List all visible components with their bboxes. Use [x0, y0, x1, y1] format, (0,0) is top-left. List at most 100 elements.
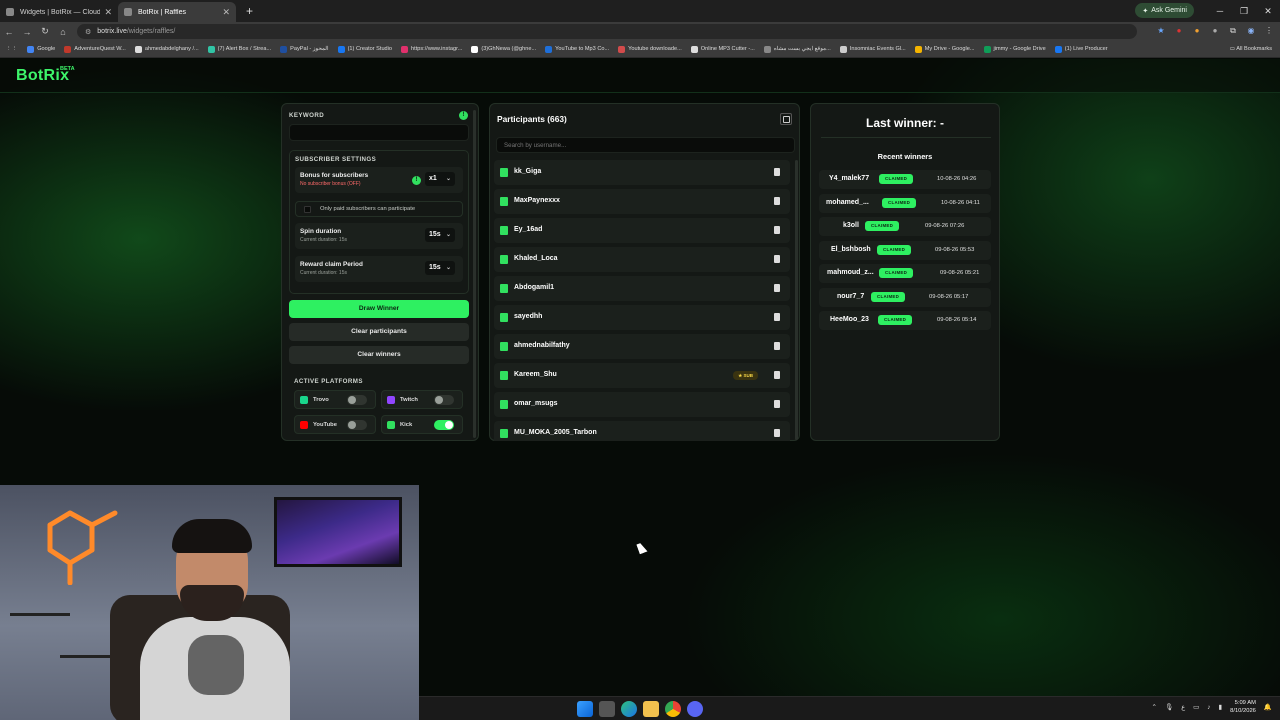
bookmark-item[interactable]: (1) Creator Studio [337, 45, 392, 53]
bookmark-item[interactable]: (1) Live Producer [1054, 45, 1108, 53]
reload-icon[interactable]: ↻ [36, 26, 54, 37]
battery-icon[interactable]: ▮ [1219, 703, 1223, 711]
tab-widgets[interactable]: Widgets | BotRix — Cloud Strea ✕ [0, 2, 118, 22]
bookmark-item[interactable]: YouTube to Mp3 Co... [545, 45, 609, 53]
bookmark-item[interactable]: https://www.instagr... [401, 45, 462, 53]
only-paid-checkbox[interactable] [304, 206, 311, 213]
bookmark-item[interactable]: Google [27, 45, 55, 53]
extension-icon[interactable]: ● [1172, 24, 1186, 38]
network-icon[interactable]: ▭ [1193, 703, 1199, 711]
minimize-icon[interactable]: ─ [1208, 0, 1232, 22]
notification-bell-icon[interactable]: 🔔 [1264, 703, 1272, 711]
trash-icon[interactable] [774, 168, 780, 176]
botrix-favicon-icon [6, 8, 14, 16]
site-info-icon[interactable]: ⚙ [85, 28, 91, 36]
trash-icon[interactable] [774, 429, 780, 437]
platform-name: Trovo [313, 397, 329, 403]
bonus-multiplier-select[interactable]: x1 ⌄ [425, 172, 455, 186]
bookmark-item[interactable]: Youtube downloade... [618, 45, 682, 53]
bookmark-label: (3)GhNewa (@ghne... [481, 46, 537, 52]
edge-icon[interactable] [621, 701, 637, 717]
reward-claim-select[interactable]: 15s ⌄ [425, 261, 455, 275]
close-window-icon[interactable]: ✕ [1256, 0, 1280, 22]
restore-icon[interactable]: ❐ [1232, 0, 1256, 22]
keyword-info-icon[interactable]: ! [459, 111, 468, 120]
file-explorer-icon[interactable] [643, 701, 659, 717]
keyword-label: KEYWORD [289, 112, 325, 119]
tab-title: Widgets | BotRix — Cloud Strea [20, 8, 101, 16]
system-tray: ⌃ 🎙 ع ▭ ♪ ▮ 5:09 AM 8/10/2026 🔔 [1152, 699, 1272, 715]
new-tab-button[interactable]: + [246, 4, 253, 18]
only-paid-subscribers-row[interactable]: Only paid subscribers can participate [295, 201, 463, 217]
copy-icon[interactable] [780, 113, 792, 125]
winner-name: nour7_7 [837, 292, 865, 300]
reward-claim-label: Reward claim Period [300, 261, 363, 268]
claimed-badge: CLAIMED [882, 197, 917, 208]
winner-row: HeeMoo_23 CLAIMED 09-08-26 05:14 [819, 311, 991, 330]
clear-winners-button[interactable]: Clear winners [289, 346, 469, 364]
close-tab-icon[interactable]: ✕ [104, 7, 112, 18]
trash-icon[interactable] [774, 400, 780, 408]
extension-icon[interactable]: ● [1208, 24, 1222, 38]
participant-name: Kareem_Shu [514, 371, 557, 378]
trash-icon[interactable] [774, 197, 780, 205]
menu-kebab-icon[interactable]: ⋮ [1262, 24, 1276, 38]
spin-duration-select[interactable]: 15s ⌄ [425, 228, 455, 242]
bookmark-favicon-icon [27, 45, 35, 53]
bookmark-item[interactable]: PayPal - المحوز [280, 45, 329, 53]
twitch-toggle[interactable] [434, 395, 454, 405]
bookmark-item[interactable]: jimmy - Google Drive [983, 45, 1046, 53]
bonus-info-icon[interactable]: ! [412, 176, 421, 185]
chrome-icon[interactable] [665, 701, 681, 717]
kick-toggle[interactable] [434, 420, 454, 430]
url-input[interactable]: ⚙ botrix.live/widgets/raffles/ [77, 24, 1137, 39]
bookmark-star-icon[interactable]: ★ [1154, 24, 1168, 38]
clock[interactable]: 5:09 AM 8/10/2026 [1230, 699, 1256, 715]
participant-search-input[interactable] [496, 137, 795, 153]
profile-avatar[interactable]: ◉ [1244, 24, 1258, 38]
trash-icon[interactable] [774, 342, 780, 350]
trash-icon[interactable] [774, 313, 780, 321]
settings-scrollbar[interactable] [473, 110, 476, 438]
draw-winner-button[interactable]: Draw Winner [289, 300, 469, 318]
bookmark-item[interactable]: My Drive - Google... [914, 45, 975, 53]
participant-row: omar_msugs [494, 392, 790, 417]
bookmark-favicon-icon [134, 45, 142, 53]
participants-scrollbar[interactable] [795, 160, 798, 440]
bookmark-item[interactable]: Online MP3 Cutter -... [690, 45, 755, 53]
bookmark-item[interactable]: Insomniac Events Gl... [839, 45, 906, 53]
microphone-icon[interactable]: 🎙 [1165, 703, 1173, 711]
task-view-icon[interactable] [599, 701, 615, 717]
tab-raffles[interactable]: BotRix | Raffles ✕ [118, 2, 236, 22]
trash-icon[interactable] [774, 371, 780, 379]
bookmark-item[interactable]: AdventureQuest W... [64, 45, 126, 53]
tray-chevron-icon[interactable]: ⌃ [1152, 703, 1157, 711]
bookmark-item[interactable]: (7) Alert Box / Strea... [207, 45, 271, 53]
trash-icon[interactable] [774, 255, 780, 263]
all-bookmarks-link[interactable]: ▭ All Bookmarks [1230, 46, 1272, 52]
keyword-input[interactable] [289, 124, 469, 141]
windows-start-icon[interactable] [577, 701, 593, 717]
extension-icon[interactable]: ● [1190, 24, 1204, 38]
close-tab-icon[interactable]: ✕ [222, 7, 230, 18]
volume-icon[interactable]: ♪ [1207, 704, 1210, 711]
botrix-favicon-icon [124, 8, 132, 16]
bookmark-item[interactable]: موقع ايجي بست مشاه... [763, 45, 831, 53]
winner-name: mohamed_... [826, 198, 869, 206]
keyboard-language-icon[interactable]: ع [1181, 703, 1185, 711]
trash-icon[interactable] [774, 284, 780, 292]
home-icon[interactable]: ⌂ [54, 27, 72, 37]
back-icon[interactable]: ← [0, 27, 18, 37]
trovo-toggle[interactable] [347, 395, 367, 405]
youtube-toggle[interactable] [347, 420, 367, 430]
discord-icon[interactable] [687, 701, 703, 717]
trash-icon[interactable] [774, 226, 780, 234]
bookmark-item[interactable]: (3)GhNewa (@ghne... [471, 45, 537, 53]
bookmark-item[interactable]: ahmedabdelghany /... [134, 45, 199, 53]
apps-grid-icon[interactable]: ⋮⋮ [6, 46, 17, 52]
ask-gemini-button[interactable]: ✦ Ask Gemini [1135, 3, 1194, 18]
forward-icon[interactable]: → [18, 27, 36, 37]
winner-row: nour7_7 CLAIMED 09-08-26 05:17 [819, 287, 991, 307]
clear-participants-button[interactable]: Clear participants [289, 323, 469, 341]
extensions-puzzle-icon[interactable]: ⧉ [1226, 24, 1240, 38]
